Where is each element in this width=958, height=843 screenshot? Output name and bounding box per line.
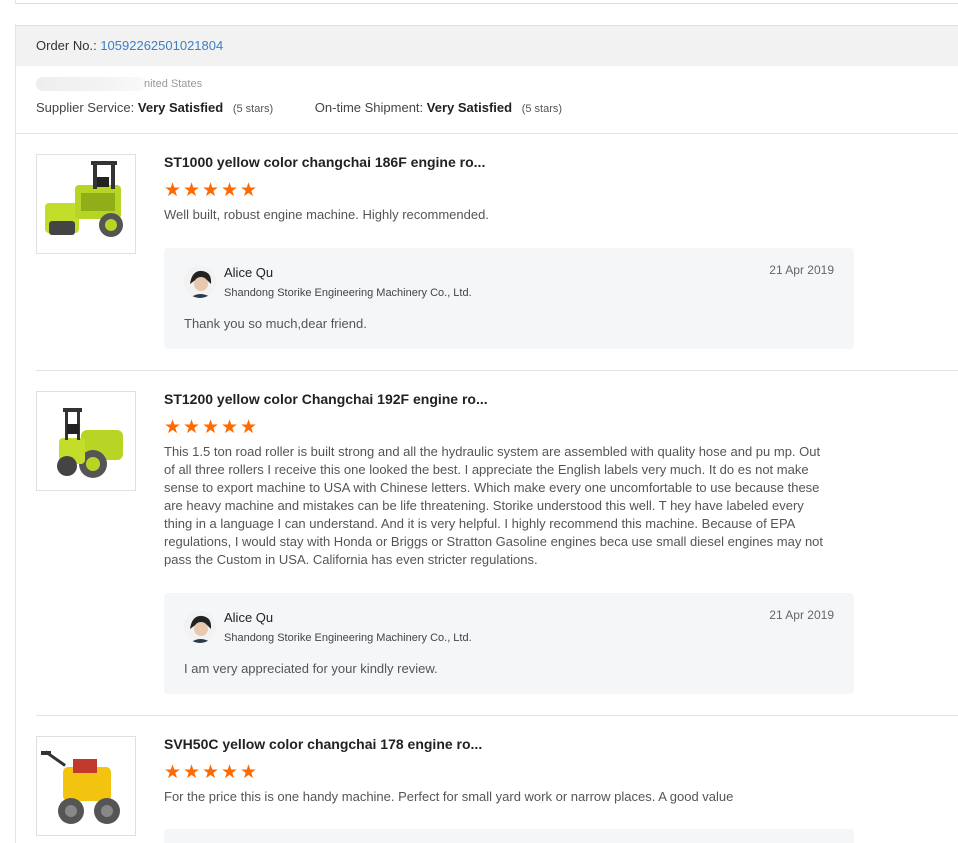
reply-company: Shandong Storike Engineering Machinery C… [224,287,472,299]
review-text: Well built, robust engine machine. Highl… [164,207,489,222]
order-header: Order No.: 10592262501021804 [16,25,958,66]
redacted-buyer-name [36,77,146,91]
product-title-link[interactable]: SVH50C yellow color changchai 178 engine… [164,736,854,752]
reply-message: I am very appreciated for your kindly re… [184,661,438,676]
reply-author-name: Alice Qu [224,265,274,280]
top-divider [15,0,958,4]
road-roller-image [37,737,135,835]
seller-reply: Alice Qu Shandong Storike Engineering Ma… [164,248,854,349]
product-thumbnail[interactable] [36,391,136,491]
product-title-link[interactable]: ST1200 yellow color Changchai 192F engin… [164,391,854,407]
supplier-service-rating: Supplier Service: Very Satisfied (5 star… [36,100,273,115]
star-icon: ★ [240,417,259,438]
reply-author-name: Alice Qu [224,610,274,625]
supplier-service-label: Supplier Service: [36,100,135,115]
star-icon: ★ [183,417,202,438]
section-divider [16,133,958,134]
star-rating: ★★★★★ [164,762,854,783]
review-content: ST1200 yellow color Changchai 192F engin… [164,391,854,569]
buyer-country: nited States [144,78,203,90]
review-item: ST1200 yellow color Changchai 192F engin… [36,391,958,701]
supplier-service-stars: (5 stars) [232,103,274,115]
star-icon: ★ [183,180,202,201]
review-content: SVH50C yellow color changchai 178 engine… [164,736,854,806]
review-content: ST1000 yellow color changchai 186F engin… [164,154,854,224]
star-icon: ★ [164,417,183,438]
star-icon: ★ [221,180,240,201]
shipment-stars: (5 stars) [521,103,563,115]
supplier-service-value: Very Satisfied [137,100,224,115]
shipment-value: Very Satisfied [426,100,513,115]
review-text: This 1.5 ton road roller is built strong… [164,444,824,567]
avatar [184,611,216,643]
product-thumbnail[interactable] [36,154,136,254]
star-icon: ★ [240,180,259,201]
product-title-link[interactable]: ST1000 yellow color changchai 186F engin… [164,154,854,170]
reply-date: 21 Apr 2019 [769,263,834,277]
seller-reply [164,829,854,843]
star-icon: ★ [183,762,202,783]
star-icon: ★ [202,762,221,783]
seller-ratings: Supplier Service: Very Satisfied (5 star… [36,100,562,115]
star-icon: ★ [221,417,240,438]
star-icon: ★ [202,417,221,438]
star-rating: ★★★★★ [164,417,854,438]
review-text: For the price this is one handy machine.… [164,789,734,804]
order-label: Order No.: [36,38,97,53]
review-divider [36,715,958,716]
star-icon: ★ [164,762,183,783]
star-icon: ★ [164,180,183,201]
shipment-label: On-time Shipment: [314,100,424,115]
reply-message: Thank you so much,dear friend. [184,316,367,331]
order-number-link[interactable]: 10592262501021804 [100,38,223,53]
buyer-info: nited States [36,77,202,93]
review-item: ST1000 yellow color changchai 186F engin… [36,154,958,354]
review-item: SVH50C yellow color changchai 178 engine… [36,736,958,843]
star-rating: ★★★★★ [164,180,854,201]
star-icon: ★ [202,180,221,201]
product-thumbnail[interactable] [36,736,136,836]
road-roller-image [37,155,135,253]
star-icon: ★ [221,762,240,783]
panel-left-border [15,24,16,843]
road-roller-image [37,392,135,490]
shipment-rating: On-time Shipment: Very Satisfied (5 star… [315,100,562,115]
reply-company: Shandong Storike Engineering Machinery C… [224,632,472,644]
reply-date: 21 Apr 2019 [769,608,834,622]
avatar [184,266,216,298]
seller-reply: Alice Qu Shandong Storike Engineering Ma… [164,593,854,694]
star-icon: ★ [240,762,259,783]
review-divider [36,370,958,371]
